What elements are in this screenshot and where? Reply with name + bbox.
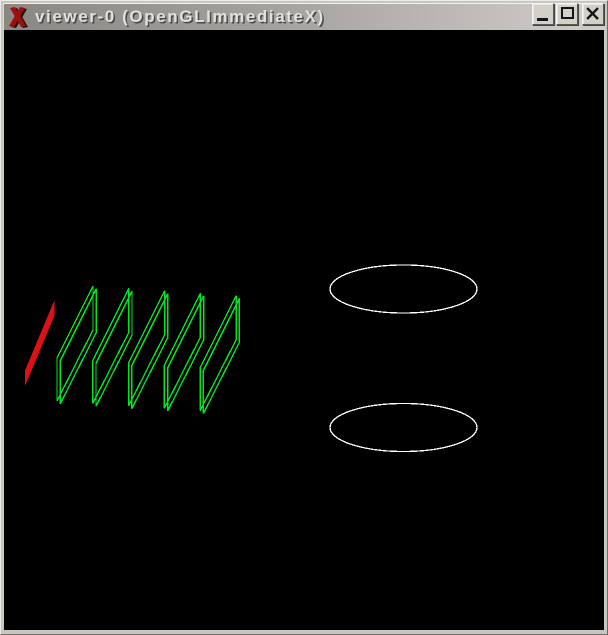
window-title: viewer-0 (OpenGLImmediateX) <box>35 7 325 27</box>
green-slab-front-4 <box>164 293 200 408</box>
maximize-button[interactable] <box>556 3 578 25</box>
ellipse-top <box>330 265 477 313</box>
gl-viewport[interactable] <box>4 30 604 630</box>
green-slab-front-3 <box>129 291 165 406</box>
ellipse-bottom <box>330 404 477 452</box>
minimize-icon <box>537 18 548 21</box>
close-icon <box>583 4 603 24</box>
gl-scene <box>4 30 604 630</box>
x11-logo-icon[interactable] <box>8 5 28 29</box>
green-slab-front-5 <box>200 296 236 411</box>
green-slab-back-4 <box>168 296 204 411</box>
green-slab-back-2 <box>96 291 132 406</box>
green-slab-back-3 <box>132 294 168 409</box>
viewer-window: viewer-0 (OpenGLImmediateX) <box>0 0 608 635</box>
red-slab <box>25 300 55 386</box>
titlebar[interactable]: viewer-0 (OpenGLImmediateX) <box>3 3 605 30</box>
close-button[interactable] <box>582 3 604 25</box>
green-slab-front-2 <box>93 288 129 403</box>
green-slab-back-5 <box>203 298 239 413</box>
maximize-icon <box>561 7 574 19</box>
window-controls <box>532 3 604 25</box>
green-slab-front-1 <box>57 286 93 401</box>
minimize-button[interactable] <box>532 3 554 25</box>
green-slab-back-1 <box>60 289 96 404</box>
